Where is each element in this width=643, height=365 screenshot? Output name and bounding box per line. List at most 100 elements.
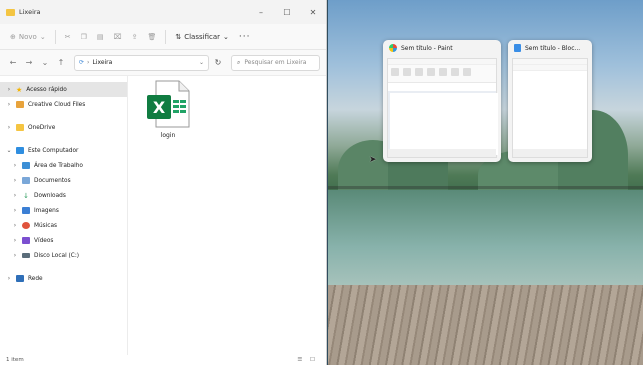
navigation-bar: ← → ⌄ ↑ ⟳ › Lixeira ⌄ ↻ ⌕ [0,50,326,76]
wallpaper-water [328,190,643,285]
cut-button[interactable]: ✂ [61,28,75,46]
status-bar: 1 item ☰ ☐ [0,355,326,365]
chevron-right-icon[interactable]: › [6,101,12,108]
paste-button[interactable]: ▤ [93,28,108,46]
sort-button[interactable]: ⇅ Classificar ⌄ [171,28,233,46]
navigation-pane[interactable]: › ★ Acesso rápido › Creative Cloud Files… [0,76,128,365]
new-button[interactable]: ⊕ Novo ⌄ [6,28,50,46]
more-options-button[interactable]: ··· [235,28,255,46]
rename-icon: ⌧ [113,32,122,41]
snap-card-title-text: Sem título - Paint [401,44,453,52]
share-button[interactable]: ⇪ [128,28,142,46]
chevron-right-icon[interactable]: › [12,252,18,259]
snap-card-title: Sem título - Paint [383,40,501,56]
breadcrumb[interactable]: Lixeira [92,59,196,66]
forward-button[interactable]: → [22,55,36,71]
excel-file-icon: X [147,80,190,128]
search-box[interactable]: ⌕ [231,54,320,71]
chevron-right-icon[interactable]: › [12,177,18,184]
arrow-up-icon: ↑ [57,58,65,67]
image-icon [22,207,30,214]
sidebar-item-quick-access[interactable]: › ★ Acesso rápido [0,82,127,97]
delete-button[interactable]: 🗑 [143,28,160,46]
close-button[interactable]: ✕ [300,0,326,24]
command-bar: ⊕ Novo ⌄ ✂ ❐ ▤ ⌧ ⇪ 🗑 ⇅ Classificar ⌄ ··· [0,24,326,50]
view-toggle-buttons[interactable]: ☰ ☐ [297,357,318,363]
rename-button[interactable]: ⌧ [109,28,125,46]
chevron-down-icon: ⌄ [41,58,49,67]
chevron-down-icon: ⌄ [39,32,46,41]
window-title: Lixeira [19,8,41,16]
sidebar-item-onedrive[interactable]: › OneDrive [0,120,127,135]
sidebar-item-music[interactable]: › Músicas [0,218,127,233]
sidebar-item-creative-cloud[interactable]: › Creative Cloud Files [0,97,127,112]
chevron-right-icon[interactable]: › [12,222,18,229]
recent-locations-button[interactable]: ⌄ [38,55,52,71]
snap-card-title: Sem título - Bloc... [508,40,592,56]
download-icon: ↓ [23,191,29,200]
sidebar-item-this-pc[interactable]: ⌄ Este Computador [0,143,127,158]
sort-button-label: Classificar [184,32,220,41]
sidebar-item-label: Downloads [34,192,66,199]
sidebar-item-label: Imagens [34,207,59,214]
sort-icon: ⇅ [175,32,182,41]
notepad-icon [514,44,521,52]
sidebar-item-label: Rede [28,275,43,282]
notepad-thumbnail [512,58,588,158]
chevron-right-icon[interactable]: › [12,237,18,244]
chevron-down-icon[interactable]: ⌄ [199,59,204,66]
sidebar-item-documents[interactable]: › Documentos [0,173,127,188]
sidebar-item-label: OneDrive [28,124,56,131]
chevron-right-icon[interactable]: › [6,124,12,131]
sidebar-item-network[interactable]: › Rede [0,271,127,286]
sidebar-item-label: Área de Trabalho [34,162,83,169]
address-bar[interactable]: ⟳ › Lixeira ⌄ [74,54,209,71]
paint-canvas-thumbnail [388,91,498,155]
toolbar-divider [54,29,56,44]
paint-icon [389,44,397,52]
breadcrumb-separator-icon: › [87,59,90,66]
chevron-right-icon[interactable]: › [12,162,18,169]
sidebar-item-label: Este Computador [28,147,79,154]
refresh-button[interactable]: ↻ [211,55,225,71]
desktop-wallpaper: Sem título - Paint Sem título - Bloc... [328,0,643,365]
arrow-left-icon: ← [9,58,17,67]
snap-assist-paint[interactable]: Sem título - Paint [383,40,501,162]
chevron-down-icon[interactable]: ⌄ [6,147,12,154]
snap-assist-notepad[interactable]: Sem título - Bloc... [508,40,592,162]
share-icon: ⇪ [131,32,138,41]
chevron-right-icon[interactable]: › [6,86,12,93]
copy-button[interactable]: ❐ [77,28,91,46]
chevron-right-icon[interactable]: › [6,275,12,282]
sidebar-item-videos[interactable]: › Vídeos [0,233,127,248]
back-button[interactable]: ← [6,55,20,71]
drive-icon [22,253,30,258]
sidebar-item-label: Vídeos [34,237,54,244]
item-count: 1 item [6,357,24,363]
sidebar-item-label: Disco Local (C:) [34,252,80,259]
search-icon: ⌕ [237,58,241,66]
file-item-login[interactable]: X login [142,80,194,139]
sidebar-item-label: Creative Cloud Files [28,101,86,108]
copy-icon: ❐ [80,32,87,41]
sidebar-item-pictures[interactable]: › Imagens [0,203,127,218]
maximize-button[interactable]: ☐ [274,0,300,24]
mouse-cursor-icon: ➤ [369,155,377,165]
sidebar-item-label: Músicas [34,222,58,229]
folder-icon [16,101,24,108]
sidebar-item-local-disk[interactable]: › Disco Local (C:) [0,248,127,263]
refresh-icon: ↻ [214,58,222,67]
chevron-right-icon[interactable]: › [12,192,18,199]
search-input[interactable] [244,59,314,66]
chevron-right-icon[interactable]: › [12,207,18,214]
title-bar: Lixeira – ☐ ✕ [0,0,326,24]
excel-badge-letter: X [153,98,166,117]
folder-icon [16,124,24,131]
sidebar-item-desktop[interactable]: › Área de Trabalho [0,158,127,173]
file-list[interactable]: X login [128,76,326,365]
chevron-down-icon: ⌄ [223,32,229,41]
minimize-button[interactable]: – [248,0,274,24]
up-button[interactable]: ↑ [54,55,68,71]
sidebar-item-downloads[interactable]: › ↓ Downloads [0,188,127,203]
sidebar-item-label: Documentos [34,177,71,184]
